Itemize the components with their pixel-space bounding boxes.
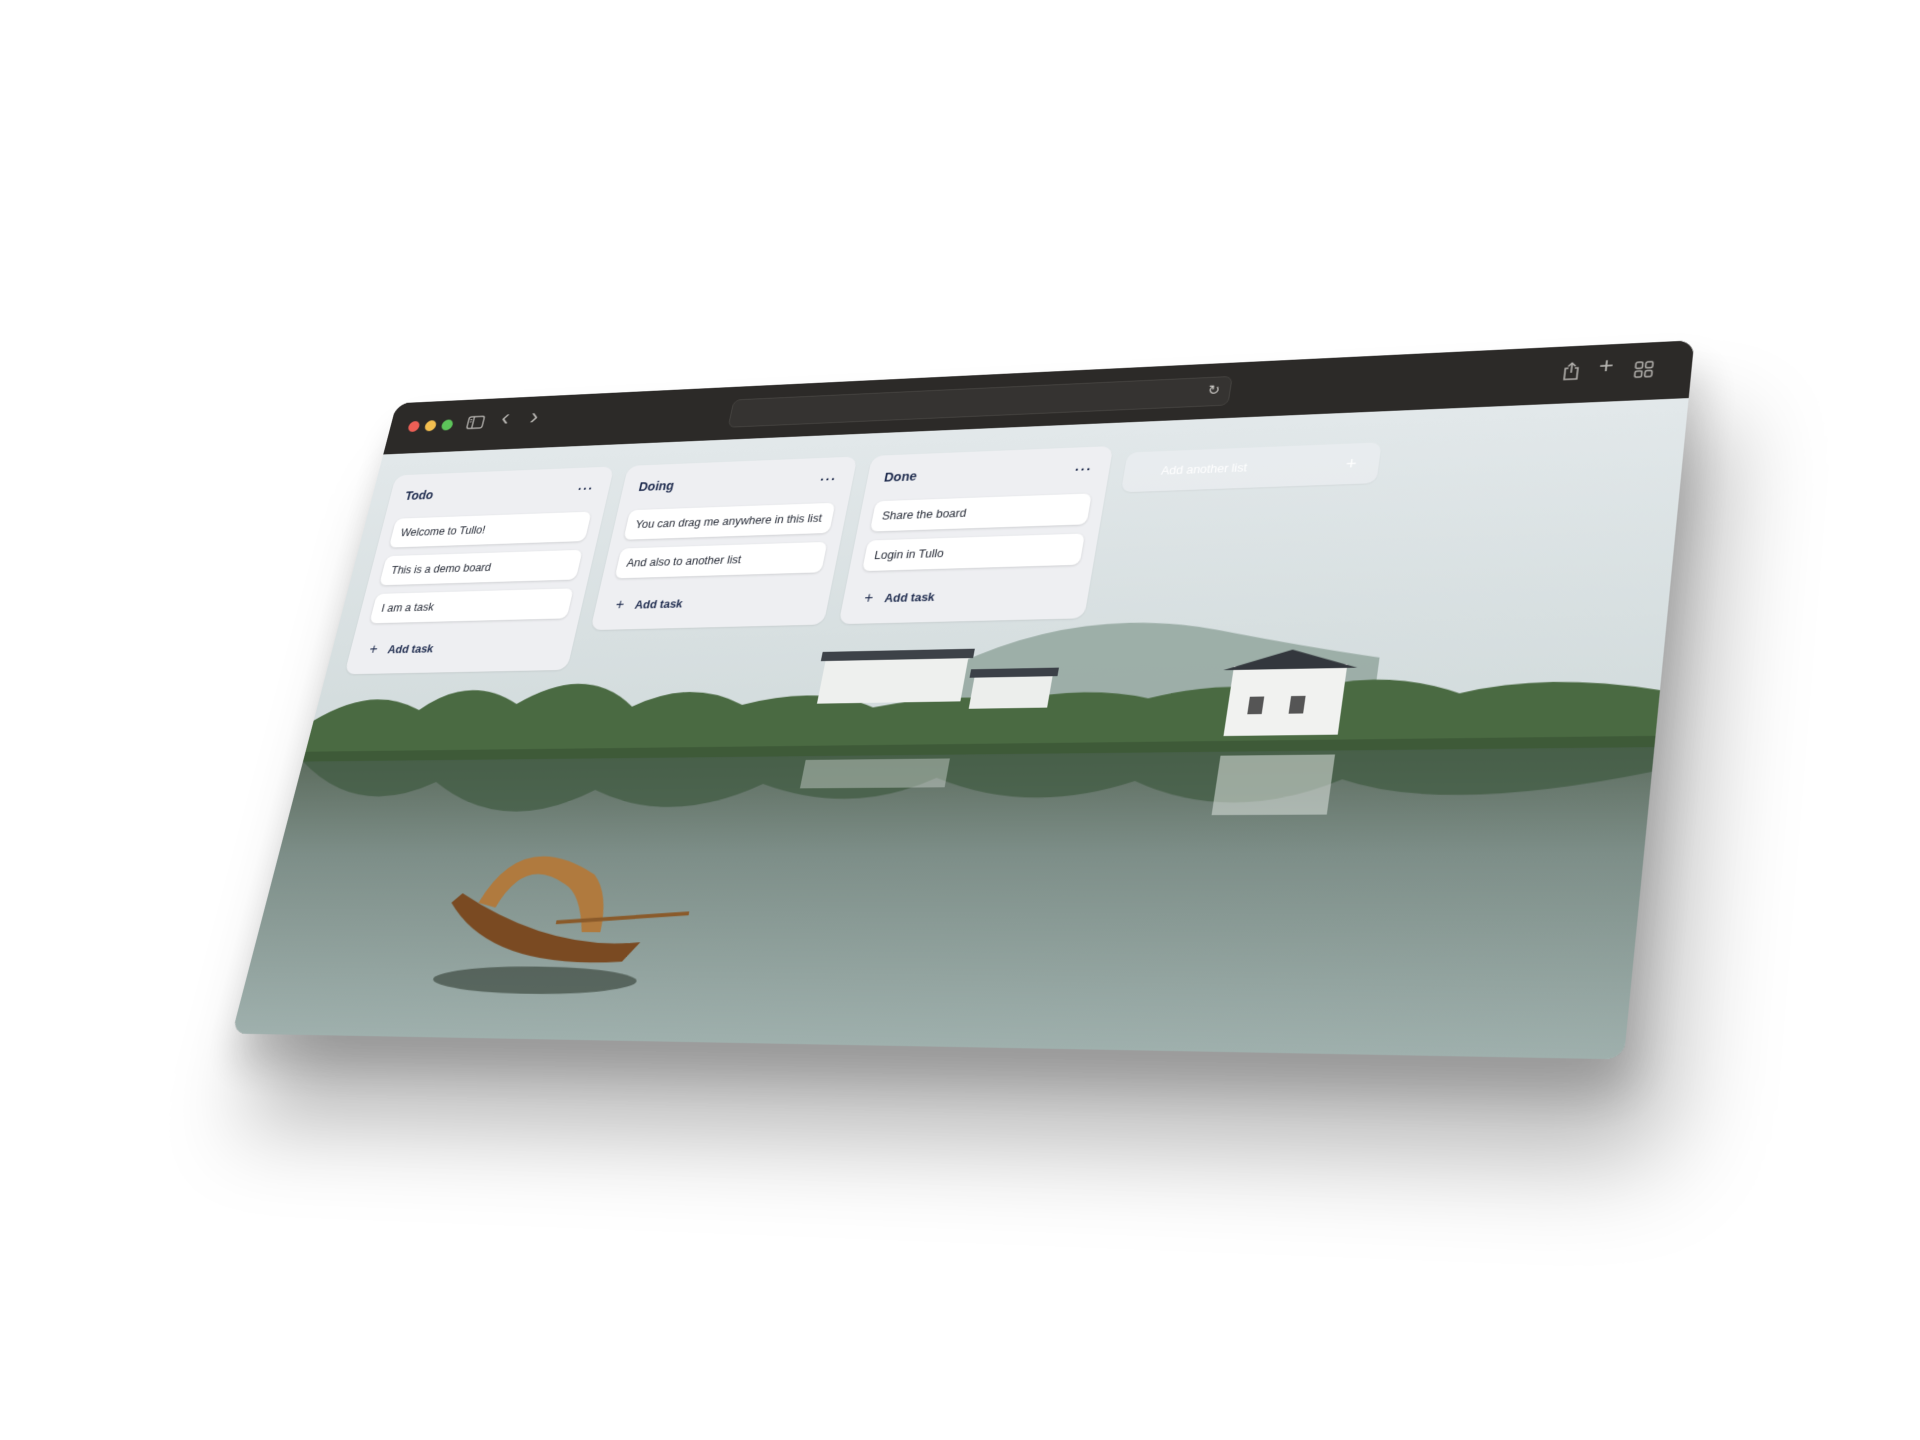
new-tab-icon[interactable]: +: [1598, 353, 1615, 379]
add-task-label: Add task: [633, 597, 684, 612]
more-options-icon[interactable]: ···: [1070, 461, 1098, 478]
add-list-label: Add another list: [1160, 461, 1248, 478]
list-title: Done: [882, 468, 919, 485]
add-task-button[interactable]: + Add task: [606, 581, 820, 617]
close-window-button[interactable]: [407, 420, 421, 433]
list-header: Doing ···: [633, 468, 843, 499]
zoom-window-button[interactable]: [440, 419, 455, 431]
browser-window: ‹ › ↻ + Todo ··· Welcome to Tullo! This …: [231, 340, 1695, 1060]
tab-overview-icon[interactable]: [1633, 361, 1654, 382]
list-doing: Doing ··· You can drag me anywhere in th…: [590, 456, 858, 631]
plus-icon: +: [614, 597, 626, 613]
add-task-label: Add task: [386, 642, 435, 656]
task-card[interactable]: This is a demo board: [379, 549, 583, 586]
list-title: Todo: [403, 487, 436, 503]
board-background: Todo ··· Welcome to Tullo! This is a dem…: [231, 398, 1689, 1060]
task-card[interactable]: And also to another list: [614, 541, 828, 579]
add-task-label: Add task: [883, 590, 936, 605]
list-title: Doing: [637, 478, 676, 494]
plus-icon: +: [367, 642, 380, 658]
plus-icon: +: [1344, 453, 1358, 473]
share-icon[interactable]: [1561, 361, 1580, 384]
list-header: Todo ···: [399, 477, 599, 507]
list-header: Done ···: [878, 457, 1098, 489]
add-task-button[interactable]: + Add task: [854, 574, 1078, 611]
chevron-left-icon[interactable]: ‹: [499, 404, 513, 430]
task-card[interactable]: I am a task: [369, 588, 574, 624]
add-another-list-button[interactable]: Add another list +: [1120, 442, 1382, 493]
list-done: Done ··· Share the board Login in Tullo …: [838, 446, 1114, 625]
task-card[interactable]: Welcome to Tullo!: [388, 511, 592, 548]
task-card[interactable]: Login in Tullo: [862, 533, 1085, 572]
board-lists: Todo ··· Welcome to Tullo! This is a dem…: [344, 435, 1382, 675]
task-card[interactable]: Share the board: [869, 493, 1092, 532]
more-options-icon[interactable]: ···: [815, 471, 842, 488]
reload-icon[interactable]: ↻: [1206, 382, 1221, 400]
sidebar-icon[interactable]: [465, 415, 486, 432]
mockup-stage: ‹ › ↻ + Todo ··· Welcome to Tullo! This …: [0, 0, 1920, 1440]
plus-icon: +: [862, 590, 875, 607]
task-card[interactable]: You can drag me anywhere in this list: [623, 502, 836, 540]
add-task-button[interactable]: + Add task: [359, 627, 564, 662]
minimize-window-button[interactable]: [423, 420, 438, 432]
more-options-icon[interactable]: ···: [573, 481, 599, 496]
address-bar[interactable]: ↻: [727, 375, 1233, 428]
chevron-right-icon[interactable]: ›: [528, 403, 542, 429]
